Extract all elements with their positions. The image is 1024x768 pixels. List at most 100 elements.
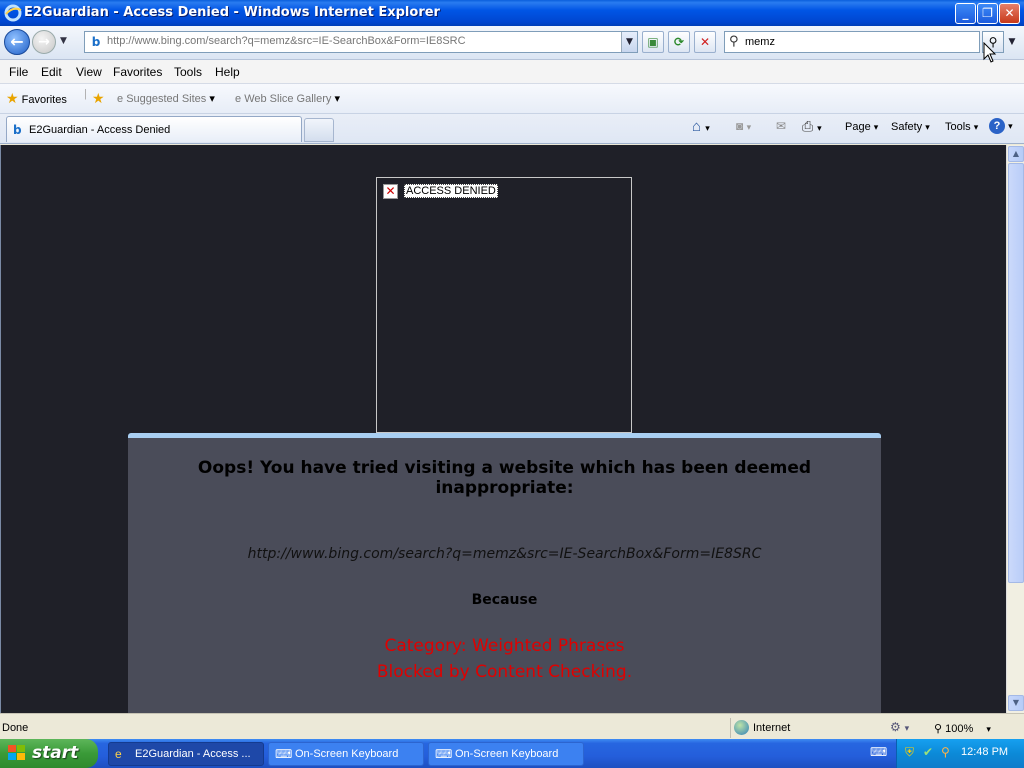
tab-row: b E2Guardian - Access Denied ⌂ ▾ ◙ ▾ ✉ ⎙…	[0, 114, 1024, 144]
address-dropdown-button[interactable]: ▼	[621, 32, 637, 52]
block-reason: Blocked by Content Checking.	[376, 662, 633, 682]
stop-button[interactable]: ✕	[694, 31, 716, 53]
chevron-down-icon: ▾	[925, 122, 930, 132]
forward-arrow-icon: →	[38, 34, 50, 50]
close-button[interactable]: ✕	[999, 3, 1020, 24]
tools-menu-label: Tools	[945, 121, 971, 133]
read-mail-button[interactable]: ✉	[776, 119, 786, 133]
taskbar-item-osk-1[interactable]: ⌨ On-Screen Keyboard	[268, 742, 424, 766]
start-button[interactable]: start	[0, 739, 98, 768]
favorites-star-icon: ★	[6, 90, 19, 106]
chevron-down-icon: ▾	[904, 724, 910, 734]
maximize-button[interactable]: ❐	[977, 3, 998, 24]
zoom-level-button[interactable]: ⚲ 100% ▾	[934, 722, 991, 735]
favorites-label: Favorites	[21, 94, 67, 106]
print-button[interactable]: ⎙ ▾	[802, 118, 822, 135]
windows-flag-icon	[8, 745, 25, 760]
bing-favicon-icon: b	[91, 35, 101, 49]
back-button[interactable]: ←	[4, 29, 30, 55]
tab-label: E2Guardian - Access Denied	[29, 124, 171, 136]
menu-file[interactable]: File	[9, 65, 28, 79]
favorites-button[interactable]: ★ Favorites	[6, 90, 67, 107]
divider: |	[84, 88, 87, 100]
compatibility-icon: ▣	[647, 35, 659, 49]
scroll-up-button[interactable]: ▲	[1008, 146, 1024, 162]
menu-edit[interactable]: Edit	[41, 65, 62, 79]
home-button[interactable]: ⌂ ▾	[692, 118, 710, 135]
navigation-bar: ← → ▼ b http://www.bing.com/search?q=mem…	[0, 26, 1024, 60]
image-alt-text: ACCESS DENIED	[404, 184, 498, 198]
vertical-scrollbar[interactable]: ▲ ▼	[1006, 145, 1024, 713]
protected-mode-button[interactable]: ⚙ ▾	[890, 720, 909, 734]
scroll-down-button[interactable]: ▼	[1008, 695, 1024, 711]
menu-view[interactable]: View	[76, 65, 102, 79]
taskbar-item-label: On-Screen Keyboard	[455, 748, 559, 760]
ie-logo-icon: e	[115, 747, 122, 761]
search-input[interactable]	[745, 34, 975, 50]
bing-favicon-icon: b	[13, 123, 22, 137]
stop-icon: ✕	[699, 35, 711, 49]
menu-bar: File Edit View Favorites Tools Help	[0, 60, 1024, 84]
search-icon[interactable]: ⚲	[941, 745, 955, 759]
menu-help[interactable]: Help	[215, 65, 240, 79]
zoom-icon: ⚲	[934, 723, 943, 735]
menu-favorites[interactable]: Favorites	[113, 65, 162, 79]
search-box[interactable]: ⚲	[724, 31, 980, 53]
chevron-down-icon: ▾	[873, 122, 879, 132]
clock: 12:48 PM	[961, 746, 1009, 758]
because-label: Because	[471, 592, 538, 608]
search-options-dropdown[interactable]: ▼	[1006, 31, 1018, 53]
add-favorites-icon: ★	[92, 90, 105, 106]
taskbar: start e E2Guardian - Access ... ⌨ On-Scr…	[0, 739, 1024, 768]
new-tab-button[interactable]	[304, 118, 334, 142]
suggested-sites-link[interactable]: e Suggested Sites ▾	[117, 92, 215, 105]
broken-image-icon: ✕	[383, 184, 398, 199]
add-to-favorites-button[interactable]: ★	[92, 90, 105, 107]
security-zone[interactable]: Internet	[730, 718, 880, 738]
page-content: ✕ ACCESS DENIED Oops! You have tried vis…	[0, 145, 1006, 713]
address-url[interactable]: http://www.bing.com/search?q=memz&src=IE…	[107, 35, 466, 47]
globe-icon	[734, 720, 749, 735]
taskbar-item-label: On-Screen Keyboard	[295, 748, 399, 760]
minimize-button[interactable]: _	[955, 3, 976, 24]
chevron-down-icon: ▾	[334, 93, 340, 105]
keyboard-icon: ⌨	[275, 747, 293, 761]
taskbar-item-osk-2[interactable]: ⌨ On-Screen Keyboard	[428, 742, 584, 766]
refresh-button[interactable]: ⟳	[668, 31, 690, 53]
protected-mode-icon: ⚙	[890, 720, 901, 734]
taskbar-item-ie[interactable]: e E2Guardian - Access ...	[108, 742, 264, 766]
menu-tools[interactable]: Tools	[174, 65, 202, 79]
web-slice-gallery-label: Web Slice Gallery	[244, 93, 332, 105]
ie-page-icon: e	[117, 93, 124, 105]
back-arrow-icon: ←	[10, 32, 24, 51]
help-button[interactable]: ? ▾	[989, 118, 1013, 134]
help-icon: ?	[989, 118, 1005, 134]
system-tray: ⛨ ✔ ⚲ 12:48 PM	[896, 739, 1024, 768]
web-slice-gallery-link[interactable]: e Web Slice Gallery ▾	[235, 92, 340, 105]
keyboard-icon: ⌨	[435, 747, 453, 761]
recent-pages-dropdown[interactable]: ▼	[60, 36, 70, 46]
page-menu-button[interactable]: Page ▾	[845, 121, 878, 133]
chevron-down-icon: ▾	[973, 122, 979, 132]
window-title-bar: E2Guardian - Access Denied - Windows Int…	[0, 0, 1024, 26]
keyboard-icon[interactable]: ⌨	[870, 745, 887, 759]
forward-button[interactable]: →	[32, 30, 56, 54]
compatibility-view-button[interactable]: ▣	[642, 31, 664, 53]
feeds-button[interactable]: ◙ ▾	[736, 119, 751, 133]
tools-menu-button[interactable]: Tools ▾	[945, 121, 978, 133]
address-bar[interactable]: b http://www.bing.com/search?q=memz&src=…	[84, 31, 638, 53]
tab-e2guardian[interactable]: b E2Guardian - Access Denied	[6, 116, 302, 142]
mouse-cursor-icon	[983, 42, 997, 63]
chevron-down-icon: ▾	[1008, 121, 1013, 131]
chevron-down-icon: ▾	[705, 123, 710, 133]
chevron-down-icon: ▾	[746, 122, 752, 132]
network-icon[interactable]: ✔	[923, 745, 937, 759]
window-title: E2Guardian - Access Denied - Windows Int…	[24, 5, 440, 20]
safety-menu-button[interactable]: Safety ▾	[891, 121, 930, 133]
print-icon: ⎙	[802, 118, 814, 134]
chevron-down-icon: ▾	[209, 93, 215, 105]
scrollbar-thumb[interactable]	[1008, 163, 1024, 583]
safety-menu-label: Safety	[891, 121, 923, 133]
search-provider-icon: ⚲	[729, 34, 739, 49]
shield-icon[interactable]: ⛨	[905, 745, 919, 759]
